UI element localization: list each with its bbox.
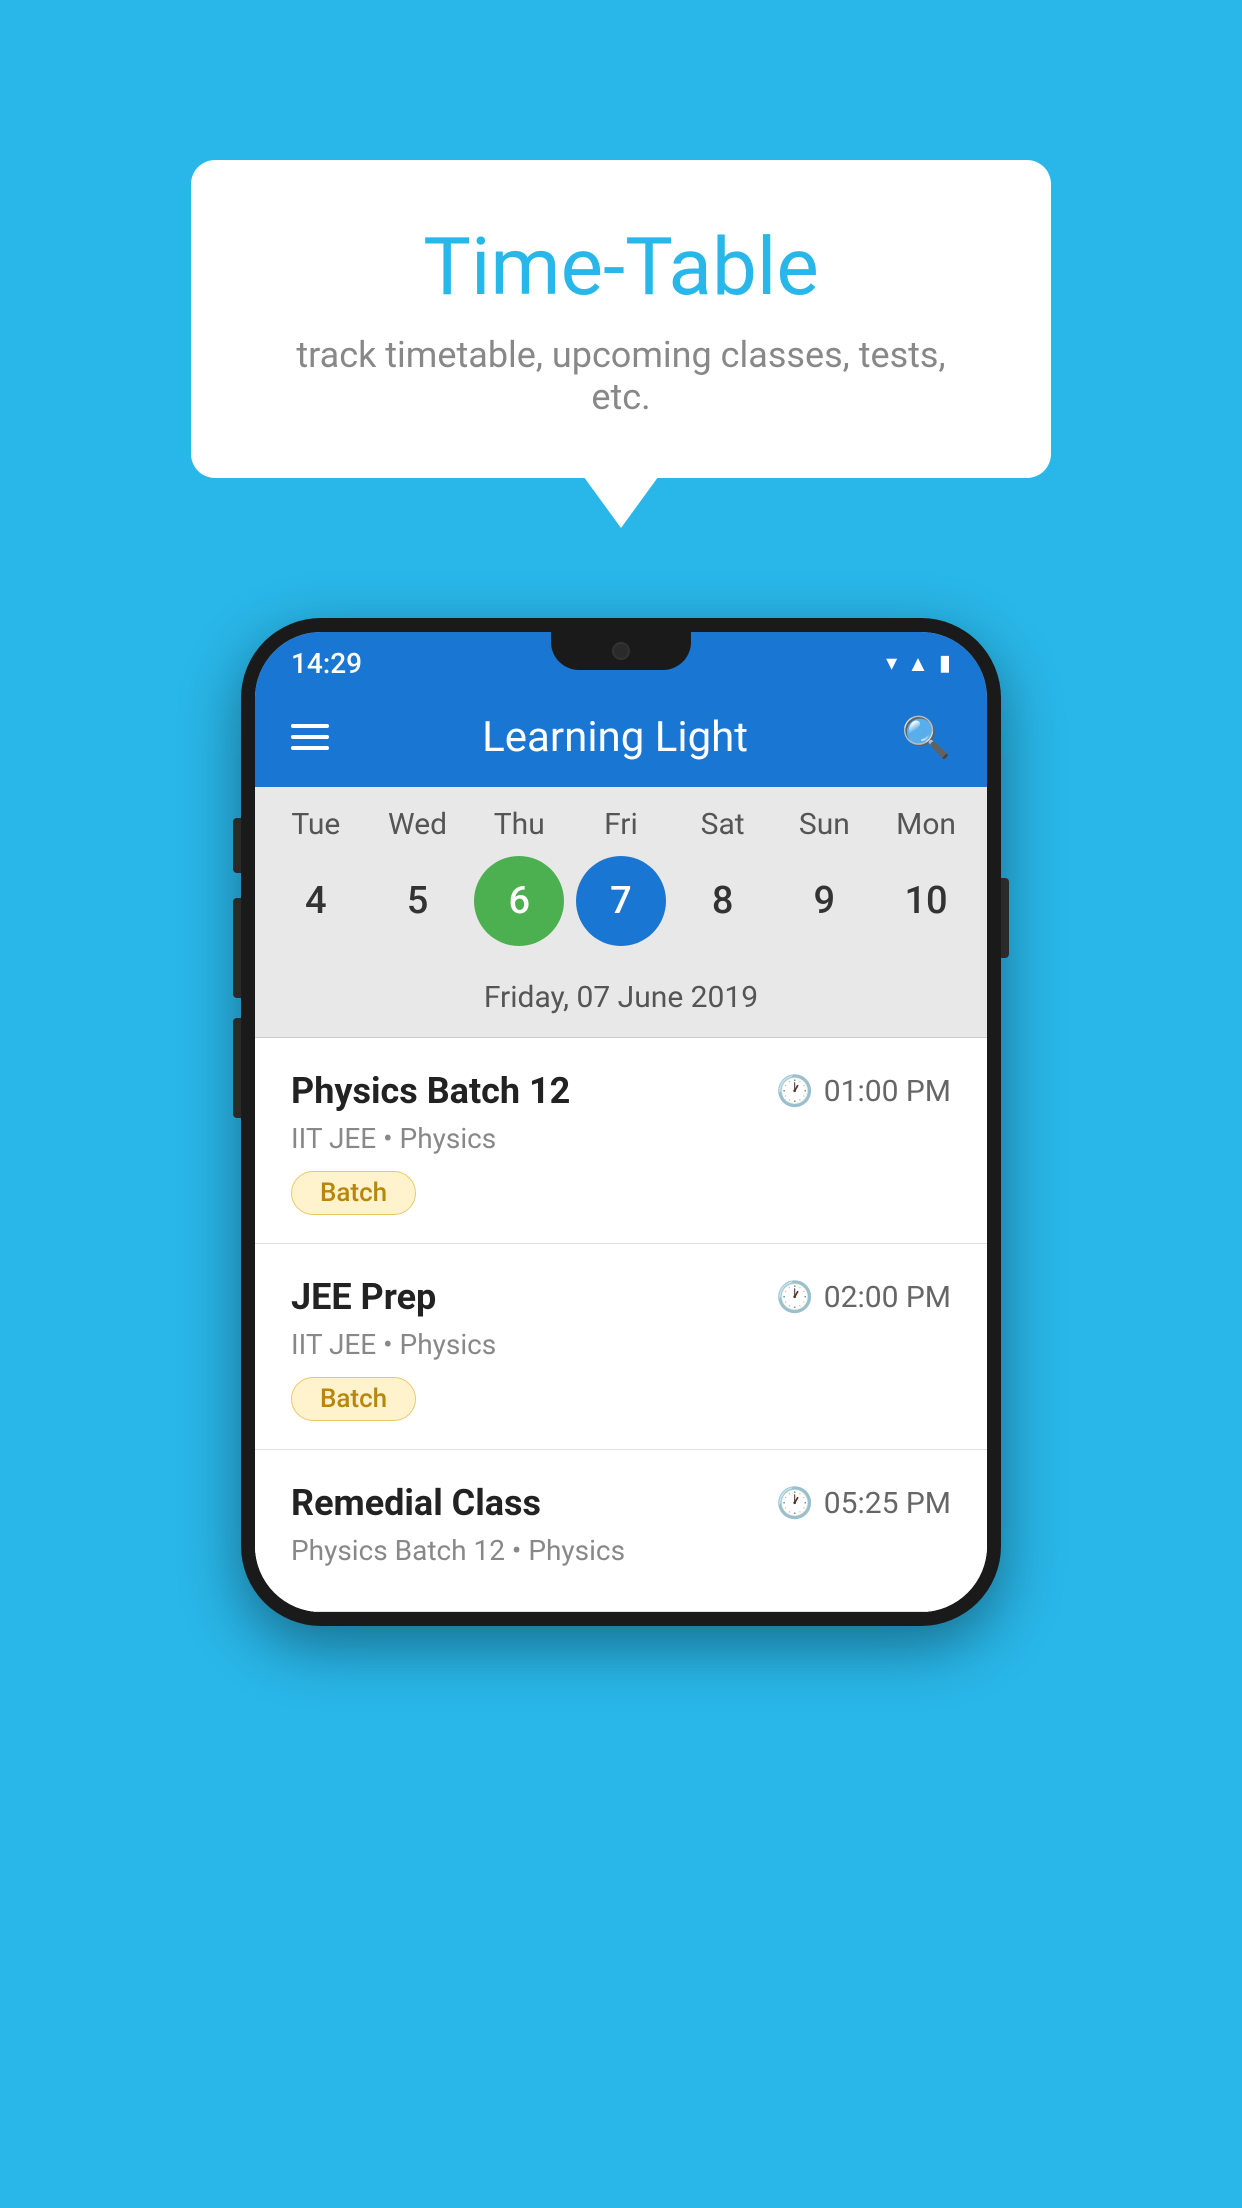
schedule-title-3: Remedial Class <box>291 1482 541 1524</box>
day-headers: Tue Wed Thu Fri Sat Sun Mon <box>255 807 987 842</box>
day-6-today[interactable]: 6 <box>474 856 564 946</box>
schedule-time-3: 🕐 05:25 PM <box>776 1486 951 1521</box>
bubble-title: Time-Table <box>271 220 971 314</box>
clock-icon-3: 🕐 <box>776 1486 813 1521</box>
wifi-icon: ▾ <box>886 651 897 676</box>
battery-icon: ▮ <box>939 651 951 676</box>
clock-icon-2: 🕐 <box>776 1280 813 1315</box>
clock-icon-1: 🕐 <box>776 1074 813 1109</box>
phone-mockup: 14:29 ▾ ▲ ▮ Learning Light 🔍 <box>241 618 1001 1626</box>
speech-bubble: Time-Table track timetable, upcoming cla… <box>191 160 1051 478</box>
schedule-title-2: JEE Prep <box>291 1276 436 1318</box>
volume-down-button <box>233 1018 241 1118</box>
day-4[interactable]: 4 <box>271 856 361 946</box>
mute-button <box>233 818 241 873</box>
day-header-mon: Mon <box>881 807 971 842</box>
batch-badge-2: Batch <box>291 1377 416 1421</box>
signal-icon: ▲ <box>907 651 929 677</box>
day-header-sun: Sun <box>779 807 869 842</box>
phone-screen: 14:29 ▾ ▲ ▮ Learning Light 🔍 <box>255 632 987 1612</box>
day-7-selected[interactable]: 7 <box>576 856 666 946</box>
day-5[interactable]: 5 <box>373 856 463 946</box>
day-header-wed: Wed <box>373 807 463 842</box>
schedule-item-2-header: JEE Prep 🕐 02:00 PM <box>291 1276 951 1318</box>
schedule-subtitle-1: IIT JEE • Physics <box>291 1122 951 1155</box>
menu-button[interactable] <box>291 724 329 750</box>
day-header-thu: Thu <box>474 807 564 842</box>
day-numbers: 4 5 6 7 8 9 10 <box>255 856 987 946</box>
calendar-strip: Tue Wed Thu Fri Sat Sun Mon 4 5 6 7 8 9 … <box>255 787 987 1038</box>
speech-bubble-section: Time-Table track timetable, upcoming cla… <box>191 160 1051 478</box>
time-value-2: 02:00 PM <box>824 1280 951 1315</box>
day-10[interactable]: 10 <box>881 856 971 946</box>
app-bar: Learning Light 🔍 <box>255 687 987 787</box>
day-9[interactable]: 9 <box>779 856 869 946</box>
schedule-item-1[interactable]: Physics Batch 12 🕐 01:00 PM IIT JEE • Ph… <box>255 1038 987 1244</box>
time-value-3: 05:25 PM <box>824 1486 951 1521</box>
schedule-time-2: 🕐 02:00 PM <box>776 1280 951 1315</box>
front-camera <box>612 642 630 660</box>
schedule-title-1: Physics Batch 12 <box>291 1070 570 1112</box>
schedule-item-3[interactable]: Remedial Class 🕐 05:25 PM Physics Batch … <box>255 1450 987 1612</box>
schedule-item-2[interactable]: JEE Prep 🕐 02:00 PM IIT JEE • Physics Ba… <box>255 1244 987 1450</box>
schedule-item-3-header: Remedial Class 🕐 05:25 PM <box>291 1482 951 1524</box>
search-button[interactable]: 🔍 <box>901 714 951 761</box>
day-header-sat: Sat <box>678 807 768 842</box>
schedule-time-1: 🕐 01:00 PM <box>776 1074 951 1109</box>
schedule-subtitle-2: IIT JEE • Physics <box>291 1328 951 1361</box>
phone-notch <box>551 632 691 670</box>
phone-outer: 14:29 ▾ ▲ ▮ Learning Light 🔍 <box>241 618 1001 1626</box>
schedule-item-1-header: Physics Batch 12 🕐 01:00 PM <box>291 1070 951 1112</box>
schedule-list: Physics Batch 12 🕐 01:00 PM IIT JEE • Ph… <box>255 1038 987 1612</box>
status-icons: ▾ ▲ ▮ <box>886 651 951 677</box>
status-time: 14:29 <box>291 647 362 680</box>
selected-date: Friday, 07 June 2019 <box>255 966 987 1038</box>
day-header-tue: Tue <box>271 807 361 842</box>
time-value-1: 01:00 PM <box>824 1074 951 1109</box>
schedule-subtitle-3: Physics Batch 12 • Physics <box>291 1534 951 1567</box>
bubble-subtitle: track timetable, upcoming classes, tests… <box>271 334 971 418</box>
batch-badge-1: Batch <box>291 1171 416 1215</box>
day-header-fri: Fri <box>576 807 666 842</box>
volume-up-button <box>233 898 241 998</box>
app-title: Learning Light <box>482 713 748 762</box>
power-button <box>1001 878 1009 958</box>
day-8[interactable]: 8 <box>678 856 768 946</box>
